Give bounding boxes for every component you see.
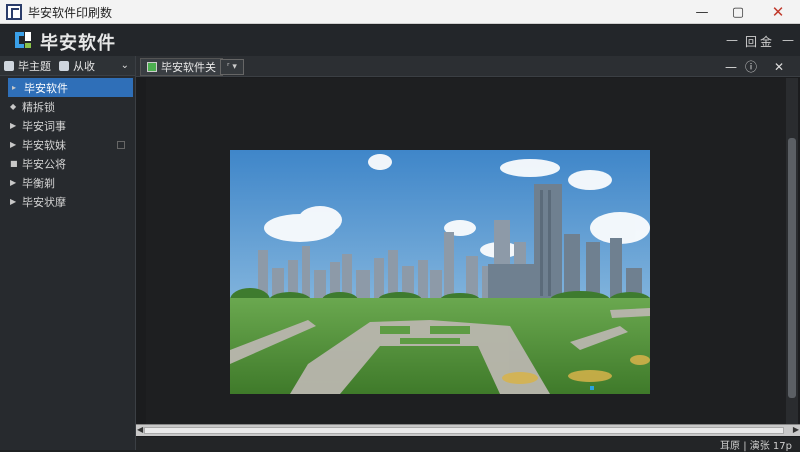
main-panel: 毕安软件关 ʳ ▾ — ⓘ ✕ ◀ ▶ 耳原 | 演张 17p bbox=[136, 56, 800, 452]
diamond-icon: ◆ bbox=[10, 102, 17, 111]
sidebar-item-label: 毕安软妹 bbox=[22, 138, 66, 152]
header-control-gold[interactable]: 金 bbox=[760, 33, 772, 50]
vertical-scrollbar-thumb[interactable] bbox=[788, 138, 796, 398]
chevron-right-icon: ▸ bbox=[12, 83, 17, 92]
header-control-dash[interactable]: — bbox=[782, 33, 794, 47]
tab-label: 毕安软件关 bbox=[161, 61, 216, 74]
square-icon: ■ bbox=[10, 159, 18, 168]
sidebar-item-4[interactable]: ■ 毕安公将 bbox=[0, 154, 135, 173]
sidebar-item-label: 毕安词事 bbox=[22, 119, 66, 133]
image-file-icon bbox=[147, 62, 157, 72]
horizontal-scrollbar-thumb[interactable] bbox=[144, 427, 784, 434]
app-window: 毕安软件印刷数 — ▢ ✕ 毕安软件 — 回 金 — 毕主题 从收 ⌄ ▸ 毕安… bbox=[0, 0, 800, 452]
sidebar-tab-label: 毕主题 bbox=[18, 59, 51, 73]
panel-minimize-button[interactable]: — bbox=[722, 58, 740, 75]
sidebar-item-5[interactable]: ▶ 毕衡剃 bbox=[0, 173, 135, 192]
status-bar: 耳原 | 演张 17p bbox=[136, 437, 800, 452]
triangle-right-icon: ▶ bbox=[10, 178, 17, 187]
sidebar-item-root[interactable]: ▸ 毕安软件 bbox=[8, 78, 133, 97]
scroll-left-icon[interactable]: ◀ bbox=[137, 425, 143, 434]
sidebar-item-3[interactable]: ▶ 毕安软妹 bbox=[0, 135, 135, 154]
header-control-min[interactable]: — bbox=[726, 33, 738, 47]
minimize-button[interactable]: — bbox=[684, 0, 720, 24]
triangle-right-icon: ▶ bbox=[10, 140, 17, 149]
checkbox-icon[interactable] bbox=[117, 140, 125, 149]
sidebar-item-label: 精拆锁 bbox=[22, 100, 55, 114]
tab-dropdown[interactable]: ʳ ▾ bbox=[220, 59, 244, 75]
sidebar-tab-favorites[interactable]: 从收 bbox=[55, 56, 99, 76]
triangle-right-icon: ▶ bbox=[10, 197, 17, 206]
brand-name: 毕安软件 bbox=[40, 33, 116, 54]
panel-close-button[interactable]: ✕ bbox=[770, 58, 788, 75]
header-control-grid[interactable]: 回 bbox=[745, 33, 757, 50]
vertical-scrollbar[interactable] bbox=[786, 78, 798, 434]
maximize-button[interactable]: ▢ bbox=[720, 0, 756, 24]
window-titlebar: 毕安软件印刷数 — ▢ ✕ bbox=[0, 0, 800, 24]
tab-icon bbox=[4, 60, 14, 71]
close-button[interactable]: ✕ bbox=[760, 0, 796, 24]
app-header: 毕安软件 — 回 金 — bbox=[0, 25, 800, 56]
sidebar-tabs: 毕主题 从收 ⌄ bbox=[0, 56, 135, 76]
app-icon bbox=[6, 4, 22, 20]
sidebar-item-1[interactable]: ◆ 精拆锁 bbox=[0, 97, 135, 116]
document-tabs: 毕安软件关 ʳ ▾ — ⓘ ✕ bbox=[136, 56, 800, 77]
sidebar-item-2[interactable]: ▶ 毕安词事 bbox=[0, 116, 135, 135]
info-icon[interactable]: ⓘ bbox=[742, 58, 760, 75]
tab-document[interactable]: 毕安软件关 bbox=[140, 58, 223, 76]
sidebar-tab-label: 从收 bbox=[73, 59, 95, 73]
sidebar-item-label: 毕安公将 bbox=[22, 157, 66, 171]
sidebar-item-label: 毕衡剃 bbox=[22, 176, 55, 190]
triangle-right-icon: ▶ bbox=[10, 121, 17, 130]
sidebar: 毕主题 从收 ⌄ ▸ 毕安软件 ◆ 精拆锁 ▶ 毕安词事 ▶ 毕安软妹 ■ 毕安… bbox=[0, 56, 136, 450]
tab-icon bbox=[59, 60, 69, 71]
sidebar-item-6[interactable]: ▶ 毕安状摩 bbox=[0, 192, 135, 211]
horizontal-scrollbar[interactable]: ◀ ▶ bbox=[136, 424, 800, 436]
window-title: 毕安软件印刷数 bbox=[28, 6, 113, 20]
sidebar-item-label: 毕安状摩 bbox=[22, 195, 66, 209]
sidebar-item-label: 毕安软件 bbox=[24, 81, 68, 95]
image-viewport[interactable] bbox=[146, 78, 786, 434]
sidebar-tab-main[interactable]: 毕主题 bbox=[0, 56, 55, 76]
scroll-right-icon[interactable]: ▶ bbox=[793, 425, 799, 434]
brand-logo-icon bbox=[15, 32, 31, 48]
city-park-image bbox=[230, 150, 650, 394]
chevron-down-icon[interactable]: ⌄ bbox=[121, 60, 129, 71]
